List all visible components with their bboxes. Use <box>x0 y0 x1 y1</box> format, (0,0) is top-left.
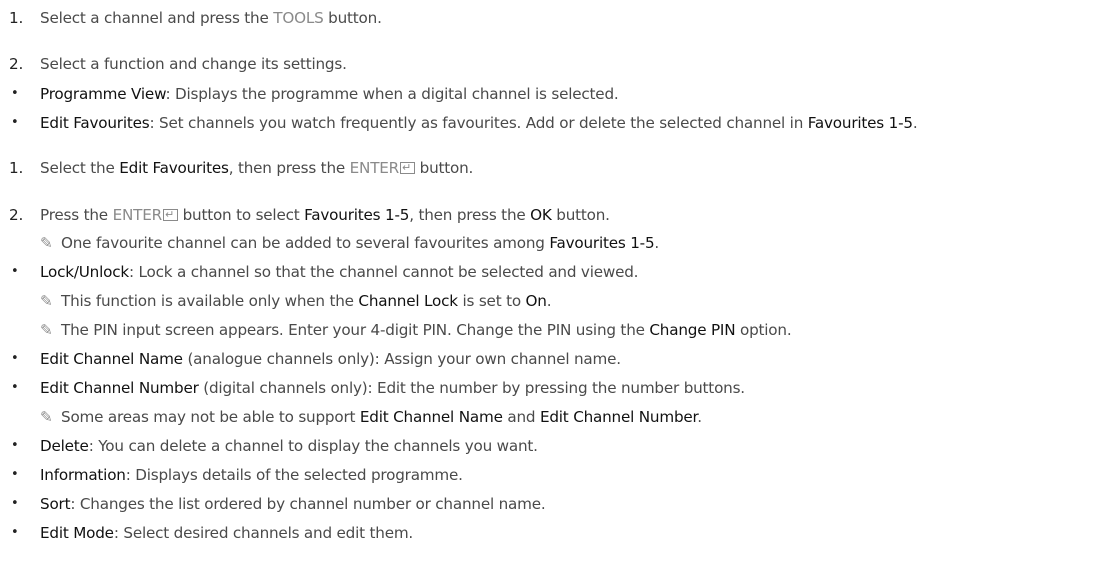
note-pencil-icon: ✎ <box>40 408 53 426</box>
bullet: • <box>11 264 19 279</box>
enter-icon <box>162 205 178 225</box>
step-text: Select a function and change its setting… <box>40 55 347 73</box>
term: Edit Mode <box>40 524 114 542</box>
step-number: 1. <box>9 159 24 177</box>
term: Delete <box>40 437 89 455</box>
bullet: • <box>11 86 19 101</box>
term: Sort <box>40 495 71 513</box>
enter-key: ENTER <box>349 159 400 177</box>
enter-key: ENTER <box>112 206 163 224</box>
bullet: • <box>11 351 19 366</box>
step-number: 2. <box>9 55 24 73</box>
bullet: • <box>11 496 19 511</box>
term: Edit Favourites <box>40 114 150 132</box>
enter-icon <box>400 158 416 178</box>
step-text: Select a channel and press the TOOLS but… <box>40 9 382 27</box>
note-pencil-icon: ✎ <box>40 234 53 252</box>
term: Information <box>40 466 126 484</box>
bullet: • <box>11 115 19 130</box>
bullet: • <box>11 467 19 482</box>
step-number: 1. <box>9 9 24 27</box>
step-number: 2. <box>9 206 24 224</box>
note-pencil-icon: ✎ <box>40 292 53 310</box>
bullet: • <box>11 525 19 540</box>
term: Edit Channel Number <box>40 379 199 397</box>
term: Edit Channel Name <box>40 350 183 368</box>
tools-key: TOOLS <box>273 9 324 27</box>
term: Lock/Unlock <box>40 263 129 281</box>
term: Programme View <box>40 85 166 103</box>
bullet: • <box>11 380 19 395</box>
note-pencil-icon: ✎ <box>40 321 53 339</box>
bullet: • <box>11 438 19 453</box>
